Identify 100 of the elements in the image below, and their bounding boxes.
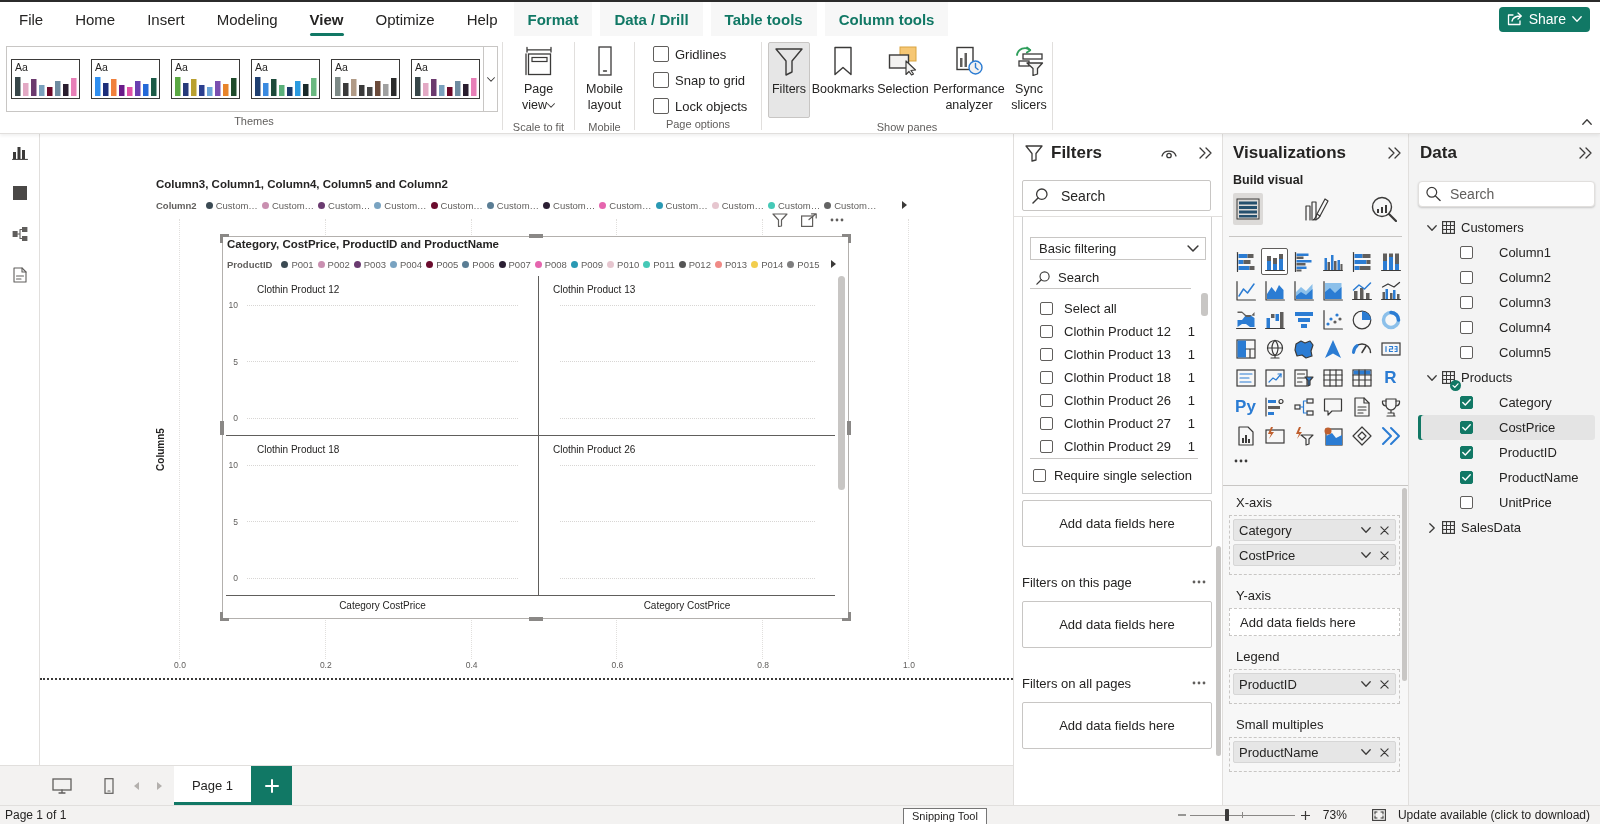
checkbox[interactable]: [1460, 321, 1473, 334]
more-options-icon[interactable]: [1192, 681, 1206, 685]
checkbox[interactable]: [1033, 468, 1046, 482]
theme-button[interactable]: Aa: [251, 59, 320, 99]
theme-button[interactable]: Aa: [171, 59, 240, 99]
mobile-layout-button[interactable]: Mobile layout: [582, 42, 627, 118]
checkbox[interactable]: [1040, 394, 1053, 407]
bar-chart-icon[interactable]: [11, 144, 28, 160]
menu-tab[interactable]: View: [293, 2, 360, 36]
diagram-icon[interactable]: [11, 226, 28, 242]
checkbox[interactable]: [1460, 271, 1473, 284]
search-field[interactable]: Search: [1030, 266, 1191, 289]
filter-item-label[interactable]: Select all: [1064, 301, 1117, 316]
table-label[interactable]: SalesData: [1461, 520, 1521, 535]
chevron-down-icon[interactable]: [1361, 681, 1371, 687]
menu-tab[interactable]: Home: [59, 2, 132, 36]
close-icon[interactable]: [1380, 747, 1389, 757]
page-tab[interactable]: Page 1: [174, 766, 251, 805]
filter-item-label[interactable]: Clothin Product 27: [1064, 416, 1171, 431]
checkbox[interactable]: [1040, 371, 1053, 384]
checkbox[interactable]: [653, 72, 669, 88]
menu-tab[interactable]: Column tools: [824, 2, 949, 36]
field-item[interactable]: ProductID: [1418, 440, 1595, 465]
plus-icon[interactable]: [1300, 810, 1310, 820]
chevron-down-icon[interactable]: [1427, 224, 1437, 231]
drop-zone[interactable]: Add data fields here: [1229, 608, 1400, 636]
pane-tab[interactable]: [1233, 193, 1263, 225]
fit-to-page-icon[interactable]: [1371, 809, 1386, 821]
checkbox[interactable]: [1040, 417, 1053, 430]
pane-toggle-button[interactable]: Sync slicers: [1008, 42, 1050, 118]
scrollbar[interactable]: [1201, 293, 1208, 316]
field-item[interactable]: UnitPrice: [1418, 490, 1595, 515]
drop-zone[interactable]: Add data fields here: [1022, 601, 1212, 648]
field-item[interactable]: Category: [1418, 390, 1595, 415]
menu-tab[interactable]: Insert: [131, 2, 201, 36]
more-options-icon[interactable]: [1192, 580, 1206, 584]
table-label[interactable]: Products: [1461, 370, 1513, 385]
field-item[interactable]: Column4: [1418, 315, 1595, 340]
collapse-pane-icon[interactable]: [1579, 147, 1592, 159]
checkbox[interactable]: [1460, 346, 1473, 359]
menu-tab[interactable]: Modeling: [200, 2, 294, 36]
pane-toggle-button[interactable]: Bookmarks: [811, 42, 875, 118]
visual-type-button[interactable]: [1261, 248, 1288, 275]
more-options-icon[interactable]: [1234, 459, 1248, 463]
scrollbar[interactable]: [1402, 488, 1407, 681]
filter-item-label[interactable]: Clothin Product 12: [1064, 324, 1171, 339]
field-item[interactable]: ProductName: [1418, 465, 1595, 490]
scrollbar[interactable]: [1216, 546, 1221, 756]
script-visual-button[interactable]: Py: [1232, 393, 1259, 420]
theme-button[interactable]: Aa: [411, 59, 480, 99]
checkbox[interactable]: [1040, 348, 1053, 361]
field-item[interactable]: Column1: [1418, 240, 1595, 265]
checkbox[interactable]: [1460, 396, 1473, 409]
checkbox[interactable]: [1040, 302, 1053, 315]
menu-tab[interactable]: Help: [450, 2, 514, 36]
checkbox[interactable]: [1460, 296, 1473, 309]
slider-thumb[interactable]: [1224, 809, 1229, 821]
checkbox[interactable]: [1460, 421, 1473, 434]
monitor-icon[interactable]: [52, 777, 72, 794]
menu-tab[interactable]: File: [3, 2, 60, 36]
theme-button[interactable]: Aa: [11, 59, 80, 99]
menu-tab[interactable]: Optimize: [359, 2, 451, 36]
collapse-pane-icon[interactable]: [1388, 147, 1401, 159]
close-icon[interactable]: [1380, 525, 1389, 535]
pane-toggle-button[interactable]: Filters: [768, 42, 810, 118]
checkbox[interactable]: [1460, 496, 1473, 509]
chevron-down-icon[interactable]: [1361, 552, 1371, 558]
phone-icon[interactable]: [104, 777, 114, 794]
chevron-down-icon[interactable]: [1361, 749, 1371, 755]
filter-item-label[interactable]: Clothin Product 29: [1064, 439, 1171, 454]
field-item[interactable]: Column5: [1418, 340, 1595, 365]
chevron-down-icon[interactable]: [1427, 374, 1437, 381]
field-chip[interactable]: Category: [1233, 519, 1396, 541]
chevron-up-icon[interactable]: [1582, 119, 1592, 125]
share-button[interactable]: Share: [1498, 6, 1590, 32]
checkbox[interactable]: [1460, 471, 1473, 484]
field-item[interactable]: CostPrice: [1418, 415, 1595, 440]
drop-zone[interactable]: Add data fields here: [1022, 500, 1212, 547]
menu-tab[interactable]: Format: [513, 2, 593, 36]
theme-button[interactable]: Aa: [331, 59, 400, 99]
update-link[interactable]: Update available (click to download): [1397, 808, 1590, 822]
search-field[interactable]: Search: [1418, 181, 1595, 207]
checkbox[interactable]: [1460, 246, 1473, 259]
field-item[interactable]: Column3: [1418, 290, 1595, 315]
checkbox[interactable]: [1040, 325, 1053, 338]
checkbox[interactable]: [1460, 446, 1473, 459]
field-item[interactable]: Column2: [1418, 265, 1595, 290]
filter-item-label[interactable]: Clothin Product 26: [1064, 393, 1171, 408]
checkbox[interactable]: [1040, 440, 1053, 453]
square-icon[interactable]: [11, 185, 28, 201]
checkbox[interactable]: [653, 46, 669, 62]
filter-type-dropdown[interactable]: Basic filtering: [1030, 237, 1206, 260]
document-icon[interactable]: [11, 267, 28, 283]
filter-item-label[interactable]: Clothin Product 13: [1064, 347, 1171, 362]
script-visual-button[interactable]: R: [1377, 364, 1404, 391]
collapse-pane-icon[interactable]: [1199, 147, 1212, 159]
close-icon[interactable]: [1380, 550, 1389, 560]
field-chip[interactable]: CostPrice: [1233, 544, 1396, 566]
checkbox[interactable]: [653, 98, 669, 114]
menu-tab[interactable]: Table tools: [710, 2, 817, 36]
